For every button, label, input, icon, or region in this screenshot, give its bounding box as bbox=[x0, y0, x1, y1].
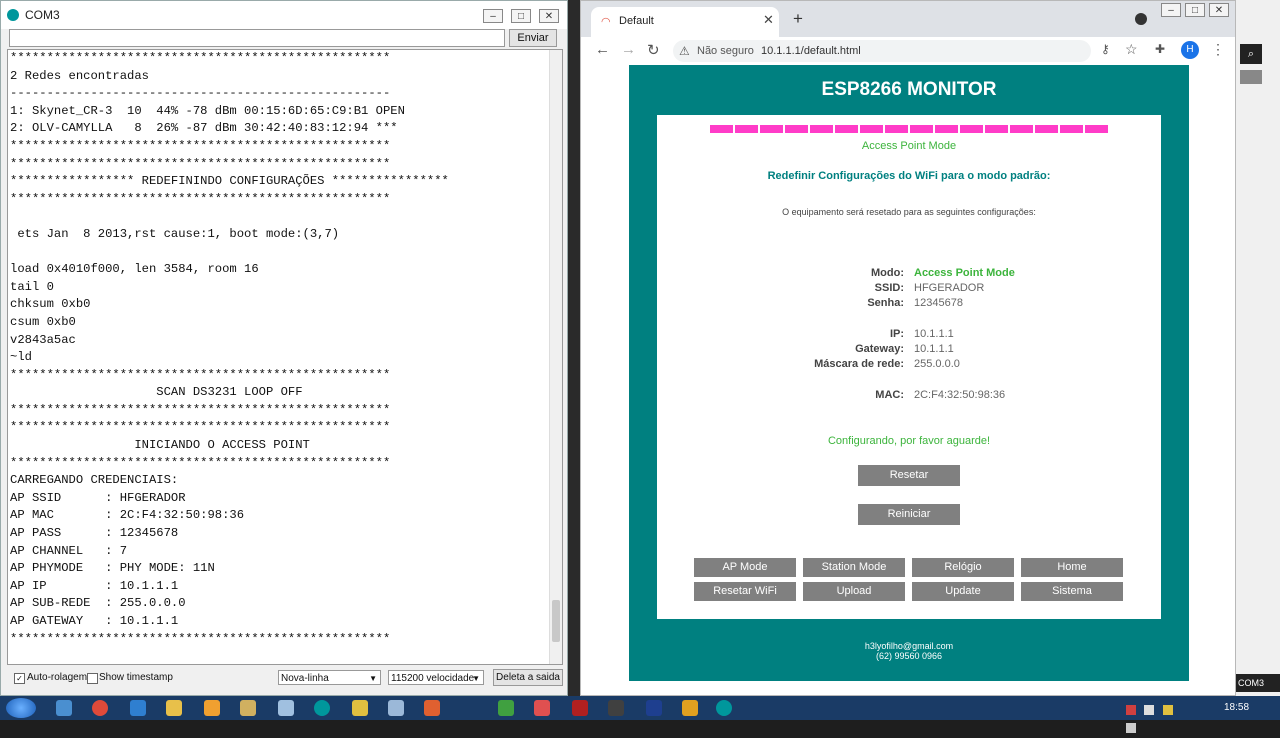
menu-icon[interactable]: ⋮ bbox=[1211, 41, 1225, 58]
not-secure-label: Não seguro bbox=[697, 45, 754, 57]
baud-select[interactable]: 115200 velocidade ▼ bbox=[388, 670, 484, 685]
ie-icon[interactable] bbox=[56, 700, 72, 716]
toolbar-icon bbox=[1240, 70, 1262, 84]
send-input[interactable] bbox=[9, 29, 505, 47]
camera-icon[interactable] bbox=[608, 700, 624, 716]
arduino-logo-icon bbox=[7, 9, 19, 21]
nav-button-ap-mode[interactable]: AP Mode bbox=[694, 558, 796, 577]
reload-icon[interactable]: ↻ bbox=[647, 41, 660, 59]
ui-app-icon[interactable] bbox=[534, 700, 550, 716]
web-page: ESP8266 MONITOR Access Point Mode Redefi… bbox=[581, 65, 1235, 695]
tray-app-icon[interactable] bbox=[1126, 705, 1136, 715]
tab-strip: ◠ Default ✕ + – □ ✕ bbox=[581, 1, 1235, 37]
tab-default[interactable]: ◠ Default ✕ bbox=[591, 7, 779, 37]
maximize-icon[interactable]: □ bbox=[511, 9, 531, 23]
footer-phone: (62) 99560 0966 bbox=[875, 651, 943, 661]
folder-icon[interactable] bbox=[166, 700, 182, 716]
footer-email: h3lyofilho@gmail.com bbox=[864, 641, 954, 651]
nav-button-sistema[interactable]: Sistema bbox=[1021, 582, 1123, 601]
serial-scrollbar[interactable] bbox=[549, 50, 562, 664]
baud-value: 115200 velocidade bbox=[391, 673, 475, 684]
tool-icon[interactable] bbox=[424, 700, 440, 716]
chevron-down-icon: ▼ bbox=[369, 674, 377, 683]
address-bar[interactable]: ⚠ Não seguro 10.1.1.1/default.html bbox=[673, 40, 1091, 62]
content-card: Access Point Mode Redefinir Configuraçõe… bbox=[657, 115, 1161, 619]
monitor-frame: ESP8266 MONITOR Access Point Mode Redefi… bbox=[629, 65, 1189, 681]
editor-icon[interactable] bbox=[352, 700, 368, 716]
background-window-edge: ⌕ COM3 bbox=[1236, 0, 1280, 696]
back-arrow-icon[interactable]: ← bbox=[595, 41, 610, 58]
clock: 18:58 bbox=[1224, 702, 1250, 713]
search-icon[interactable]: ⌕ bbox=[1240, 44, 1262, 64]
key-icon[interactable]: ⚷ bbox=[1101, 42, 1110, 56]
refresh-app-icon[interactable] bbox=[498, 700, 514, 716]
tray-icon[interactable] bbox=[1162, 705, 1173, 715]
chrome-icon[interactable] bbox=[92, 700, 108, 716]
nav-button-update[interactable]: Update bbox=[912, 582, 1014, 601]
page-footer: h3lyofilho@gmail.com (62) 99560 0966 bbox=[629, 641, 1189, 661]
serial-bottom-bar: ✓ Auto-rolagem Show timestamp Nova-linha… bbox=[1, 669, 567, 687]
close-icon[interactable]: ✕ bbox=[539, 9, 559, 23]
browser-window: ◠ Default ✕ + – □ ✕ ← → ↻ ⚠ Não seguro 1… bbox=[580, 0, 1236, 696]
send-row: Enviar bbox=[9, 29, 565, 47]
tab-search-icon[interactable] bbox=[1135, 13, 1147, 25]
nav-grid: AP Mode Station Mode Relógio Home Resetar Wi… bbox=[657, 115, 1161, 619]
browser-close-icon[interactable]: ✕ bbox=[1209, 3, 1229, 17]
serial-monitor-window: COM3 – □ ✕ Enviar **********************… bbox=[0, 0, 568, 696]
minimize-icon[interactable]: – bbox=[483, 9, 503, 23]
pdf-icon[interactable] bbox=[572, 700, 588, 716]
page-title: ESP8266 MONITOR bbox=[821, 79, 997, 100]
notes-icon[interactable] bbox=[240, 700, 256, 716]
send-button[interactable]: Enviar bbox=[509, 29, 557, 47]
nav-button-upload[interactable]: Upload bbox=[803, 582, 905, 601]
extensions-icon[interactable]: ✚ bbox=[1155, 42, 1165, 56]
arduino-icon[interactable] bbox=[314, 700, 330, 716]
serial-output-text: ****************************************… bbox=[10, 51, 449, 646]
clear-output-button[interactable]: Deleta a saida bbox=[493, 669, 563, 686]
tab-title: Default bbox=[619, 15, 654, 27]
url-text: 10.1.1.1/default.html bbox=[761, 45, 861, 57]
photoshop-icon[interactable] bbox=[646, 700, 662, 716]
nav-button-rel-gio[interactable]: Relógio bbox=[912, 558, 1014, 577]
nav-button-resetar-wifi[interactable]: Resetar WiFi bbox=[694, 582, 796, 601]
new-tab-icon[interactable]: + bbox=[793, 9, 803, 29]
background-window-strip bbox=[568, 0, 580, 696]
scrollbar-thumb[interactable] bbox=[552, 600, 560, 642]
autoscroll-checkbox[interactable]: ✓ bbox=[14, 673, 25, 684]
line-ending-value: Nova-linha bbox=[281, 673, 329, 684]
browser-minimize-icon[interactable]: – bbox=[1161, 3, 1181, 17]
nav-button-home[interactable]: Home bbox=[1021, 558, 1123, 577]
taskbar: 18:58 bbox=[0, 696, 1280, 733]
app-icon[interactable] bbox=[388, 700, 404, 716]
wifi-icon: ◠ bbox=[601, 16, 611, 28]
volume-icon[interactable] bbox=[1126, 723, 1136, 733]
signal-icon[interactable] bbox=[1144, 705, 1155, 715]
browser-toolbar: ← → ↻ ⚠ Não seguro 10.1.1.1/default.html… bbox=[581, 37, 1235, 66]
timestamp-checkbox[interactable] bbox=[87, 673, 98, 684]
star-icon[interactable]: ☆ bbox=[1125, 41, 1138, 58]
document-icon[interactable] bbox=[278, 700, 294, 716]
line-ending-select[interactable]: Nova-linha ▼ bbox=[278, 670, 381, 685]
serial-window-title: COM3 bbox=[25, 8, 60, 22]
edge-icon[interactable] bbox=[130, 700, 146, 716]
start-button[interactable] bbox=[6, 698, 36, 718]
serial-titlebar: COM3 – □ ✕ bbox=[1, 1, 567, 29]
profile-avatar[interactable]: H bbox=[1181, 41, 1199, 59]
warning-icon: ⚠ bbox=[679, 44, 690, 58]
timestamp-label: Show timestamp bbox=[99, 672, 173, 683]
serial-output: ****************************************… bbox=[7, 49, 563, 665]
system-tray-icons bbox=[1126, 702, 1186, 733]
browser-maximize-icon[interactable]: □ bbox=[1185, 3, 1205, 17]
com-label: COM3 bbox=[1236, 674, 1280, 692]
autoscroll-label: Auto-rolagem bbox=[27, 672, 88, 683]
media-icon[interactable] bbox=[204, 700, 220, 716]
tab-close-icon[interactable]: ✕ bbox=[763, 12, 774, 28]
chevron-down-icon: ▼ bbox=[472, 674, 480, 683]
arduino-active-icon[interactable] bbox=[716, 700, 732, 716]
sketch-icon[interactable] bbox=[682, 700, 698, 716]
nav-button-station-mode[interactable]: Station Mode bbox=[803, 558, 905, 577]
forward-arrow-icon[interactable]: → bbox=[621, 41, 636, 58]
